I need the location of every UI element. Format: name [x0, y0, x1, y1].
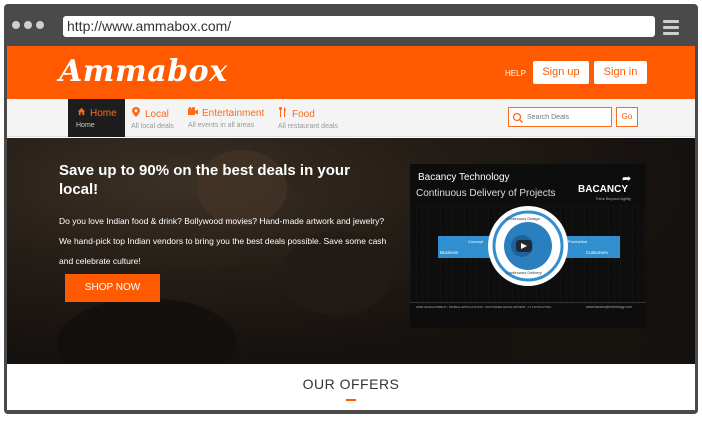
video-footer-services: WEB DEVELOPMENT • MOBILE APPLICATIONS • …: [416, 305, 552, 309]
site-header: Ammabox HELP Sign up Sign in: [7, 46, 695, 99]
video-subtitle: Continuous Delivery of Projects: [416, 188, 556, 199]
hero-description: Do you love Indian food & drink? Bollywo…: [59, 211, 399, 271]
site-logo[interactable]: Ammabox: [59, 54, 228, 89]
nav-food-label: Food: [292, 109, 315, 120]
offers-section: OUR OFFERS: [7, 364, 695, 410]
hero-banner: Save up to 90% on the best deals in your…: [7, 138, 695, 364]
hero-text-line-1: Do you love Indian food & drink? Bollywo…: [59, 216, 385, 226]
page-viewport: Ammabox HELP Sign up Sign in Home Home L…: [7, 46, 695, 410]
nav-entertainment-sub: All events in all areas: [188, 122, 255, 129]
hero-title: Save up to 90% on the best deals in your…: [59, 162, 350, 198]
browser-window: http://www.ammabox.com/ Ammabox HELP Sig…: [4, 4, 698, 414]
nav-home-label: Home: [90, 108, 117, 119]
search-box[interactable]: [508, 107, 612, 127]
main-nav: Home Home Local All local deals Entertai…: [7, 99, 695, 137]
sign-in-button[interactable]: Sign in: [594, 61, 647, 84]
offers-heading: OUR OFFERS: [302, 376, 400, 392]
browser-chrome: http://www.ammabox.com/: [4, 4, 698, 46]
video-label-delivery: Continuous Delivery: [506, 270, 542, 275]
offers-divider: [346, 399, 356, 401]
browser-menu-icon[interactable]: [663, 20, 679, 38]
help-link[interactable]: HELP: [505, 69, 526, 78]
address-bar[interactable]: http://www.ammabox.com/: [63, 16, 655, 37]
nav-item-home[interactable]: Home Home: [68, 99, 125, 137]
home-icon: [76, 107, 86, 118]
film-icon: [188, 107, 198, 118]
video-label-concept: Concept: [468, 239, 483, 244]
hero-text-line-2: We hand-pick top Indian vendors to bring…: [59, 236, 387, 266]
video-footer-url: www.bacancytechnology.com: [586, 305, 632, 309]
window-close-dot[interactable]: [12, 21, 20, 29]
sign-up-button[interactable]: Sign up: [533, 61, 589, 84]
search-input[interactable]: [527, 110, 609, 124]
window-maximize-dot[interactable]: [36, 21, 44, 29]
video-embed[interactable]: Bacancy Technology ➦ Continuous Delivery…: [410, 164, 646, 328]
nav-home-sub: Home: [76, 122, 95, 129]
nav-local-sub: All local deals: [131, 123, 174, 130]
nav-food-sub: All restaurant deals: [278, 123, 338, 130]
map-pin-icon: [131, 107, 141, 119]
cutlery-icon: [278, 107, 288, 119]
video-label-design: Continuous Design: [506, 216, 540, 221]
shop-now-button[interactable]: SHOP NOW: [65, 274, 160, 302]
nav-item-local[interactable]: Local All local deals: [131, 99, 174, 137]
video-brand-logo: BACANCY: [578, 184, 628, 195]
video-brand-tagline: Think Beyond Agility: [595, 196, 632, 201]
nav-item-food[interactable]: Food All restaurant deals: [278, 99, 338, 137]
window-minimize-dot[interactable]: [24, 21, 32, 29]
video-label-business: Business: [440, 250, 459, 255]
search-go-button[interactable]: Go: [616, 107, 638, 127]
nav-entertainment-label: Entertainment: [202, 108, 265, 119]
search-icon: [512, 111, 524, 123]
video-label-production: Production: [568, 239, 588, 244]
nav-item-entertainment[interactable]: Entertainment All events in all areas: [188, 99, 264, 137]
video-label-customers: Customers: [586, 250, 608, 255]
video-channel-name[interactable]: Bacancy Technology: [418, 172, 510, 183]
nav-local-label: Local: [145, 109, 169, 120]
